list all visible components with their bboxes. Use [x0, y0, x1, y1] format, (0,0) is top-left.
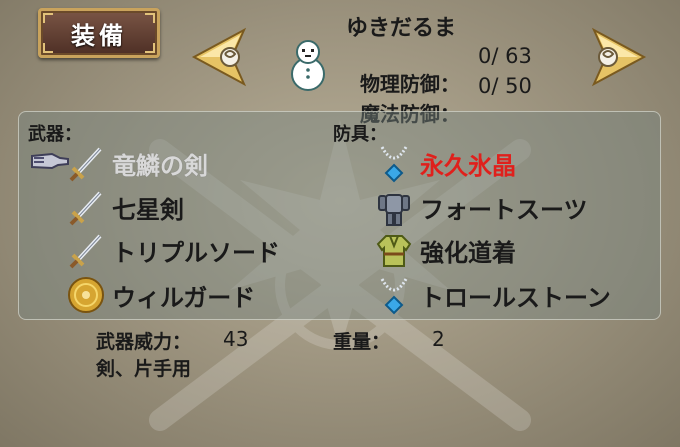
- next-character-arrow-icon[interactable]: [590, 26, 648, 88]
- weapon-power-value: 43: [223, 327, 249, 351]
- snowman-icon: [291, 40, 325, 91]
- sword-icon: [69, 147, 102, 182]
- equipped-gauntlet-icon: [31, 152, 69, 170]
- weight-label: 重量：: [333, 331, 391, 353]
- armor-item[interactable]: 強化道着: [374, 230, 516, 270]
- weapon-item[interactable]: 七星剣: [66, 187, 184, 227]
- armor-name: 強化道着: [420, 238, 516, 267]
- weapon-power-label: 武器威力：: [96, 331, 192, 353]
- armor-item[interactable]: フォートスーツ: [374, 187, 588, 227]
- plate-armor-icon: [378, 194, 410, 226]
- magic-defense-value: 0/ 50: [478, 74, 532, 98]
- weapon-item[interactable]: ウィルガード: [66, 275, 255, 315]
- weight-value: 2: [432, 327, 445, 351]
- armor-item[interactable]: トロールストーン: [374, 275, 611, 315]
- weapon-name: トリプルソード: [112, 238, 280, 267]
- armor-name: トロールストーン: [420, 283, 611, 312]
- robe-icon: [376, 235, 412, 267]
- weapon-name: 竜鱗の剣: [112, 151, 208, 180]
- armor-name: フォートスーツ: [420, 195, 588, 224]
- weapon-type: 剣、片手用: [96, 358, 192, 380]
- sword-icon: [69, 191, 102, 226]
- necklace-icon: [380, 278, 408, 315]
- necklace-icon: [380, 146, 408, 183]
- weapon-name: 七星剣: [112, 195, 184, 224]
- physical-defense-value: 0/ 63: [478, 44, 532, 68]
- weapon-name: ウィルガード: [112, 283, 256, 312]
- equipment-title-plate: 装備: [38, 8, 160, 58]
- armor-item[interactable]: 永久氷晶: [374, 143, 516, 183]
- page-title: 装備: [71, 21, 127, 50]
- weapon-item[interactable]: 竜鱗の剣: [66, 143, 208, 183]
- weapon-item[interactable]: トリプルソード: [66, 230, 280, 270]
- round-shield-icon: [68, 277, 104, 313]
- character-name: ゆきだるま: [346, 16, 457, 41]
- previous-character-arrow-icon[interactable]: [190, 26, 248, 88]
- sword-icon: [69, 234, 102, 269]
- armor-name: 永久氷晶: [420, 151, 516, 180]
